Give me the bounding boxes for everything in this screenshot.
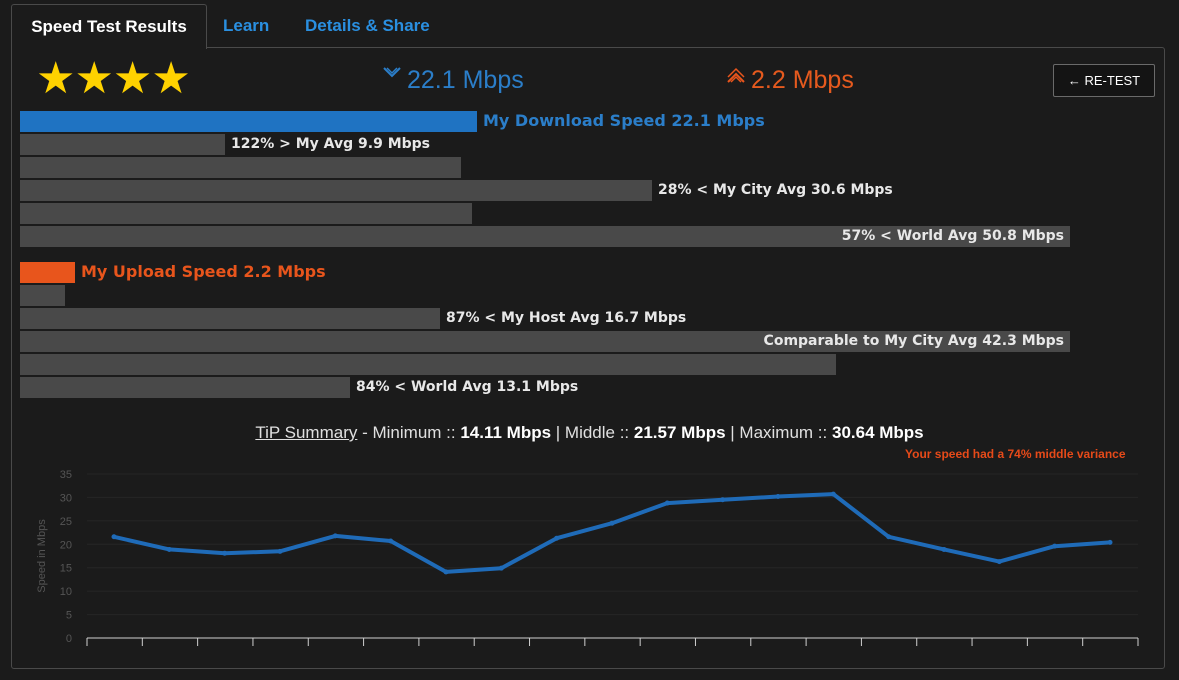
data-point-7 [498, 565, 504, 571]
y-axis-title: Speed in Mbps [36, 519, 48, 593]
data-point-10 [664, 500, 670, 506]
y-tick-label-10: 10 [60, 586, 72, 598]
y-tick-label-15: 15 [60, 563, 72, 575]
y-tick-label-5: 5 [66, 610, 72, 622]
data-point-8 [554, 535, 560, 541]
data-point-14 [886, 534, 892, 540]
data-point-2 [222, 550, 228, 556]
data-point-6 [443, 569, 449, 575]
y-tick-label-35: 35 [60, 469, 72, 481]
data-point-4 [332, 533, 338, 539]
y-tick-label-0: 0 [66, 633, 72, 645]
speed-series-line [113, 492, 1111, 574]
data-point-17 [1052, 543, 1058, 549]
data-point-13 [830, 491, 836, 497]
data-point-5 [388, 538, 394, 544]
data-point-1 [166, 546, 172, 552]
data-point-15 [941, 546, 947, 552]
data-point-9 [609, 520, 615, 526]
y-tick-label-20: 20 [60, 539, 72, 551]
data-point-11 [720, 497, 726, 503]
y-tick-label-25: 25 [60, 516, 72, 528]
y-tick-label-30: 30 [60, 492, 72, 504]
data-point-18 [1107, 539, 1113, 545]
tab-speed-test-results[interactable]: Speed Test Results [11, 4, 207, 49]
data-point-0 [111, 534, 117, 540]
speed-line-chart: 0 5 10 15 20 25 30 35 Speed in Mbps [36, 469, 1139, 646]
data-point-12 [775, 493, 781, 499]
data-point-3 [277, 548, 283, 554]
data-point-16 [996, 559, 1002, 565]
